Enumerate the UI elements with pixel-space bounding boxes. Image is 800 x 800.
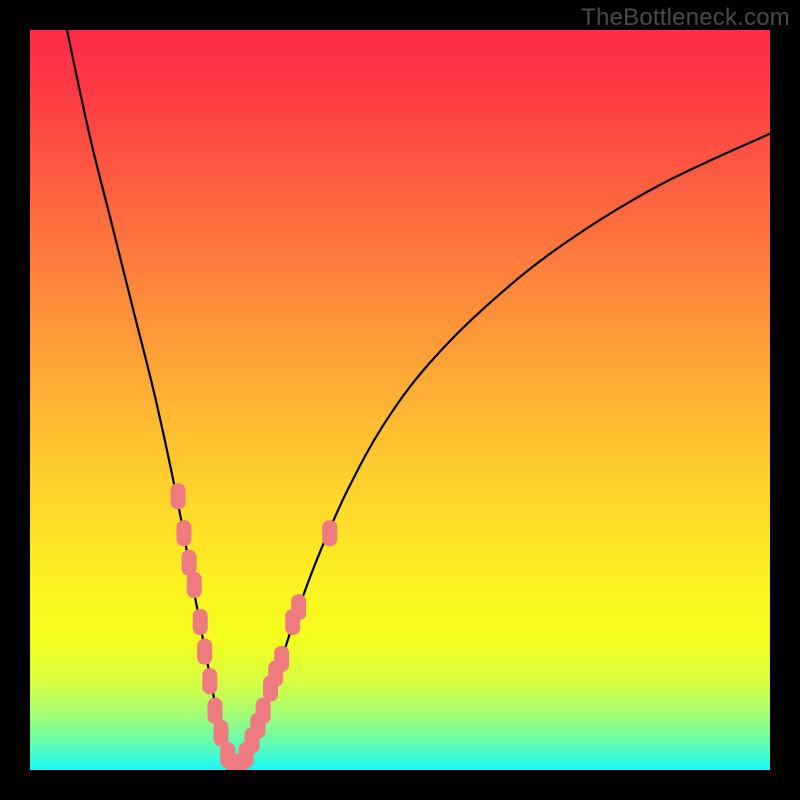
data-marker bbox=[274, 646, 289, 672]
marker-group bbox=[171, 483, 338, 770]
data-marker bbox=[213, 720, 228, 746]
chart-frame: TheBottleneck.com bbox=[0, 0, 800, 800]
plot-area bbox=[30, 30, 770, 770]
data-marker bbox=[256, 698, 271, 724]
data-marker bbox=[291, 594, 306, 620]
bottleneck-curve-path bbox=[67, 30, 770, 770]
data-marker bbox=[197, 639, 212, 665]
data-marker bbox=[208, 698, 223, 724]
data-marker bbox=[193, 609, 208, 635]
data-marker bbox=[202, 668, 217, 694]
data-marker bbox=[176, 520, 191, 546]
curve-line bbox=[67, 30, 770, 770]
watermark-text: TheBottleneck.com bbox=[581, 4, 790, 32]
data-marker bbox=[322, 520, 337, 546]
data-marker bbox=[187, 572, 202, 598]
data-marker bbox=[182, 550, 197, 576]
chart-svg bbox=[30, 30, 770, 770]
data-marker bbox=[171, 483, 186, 509]
